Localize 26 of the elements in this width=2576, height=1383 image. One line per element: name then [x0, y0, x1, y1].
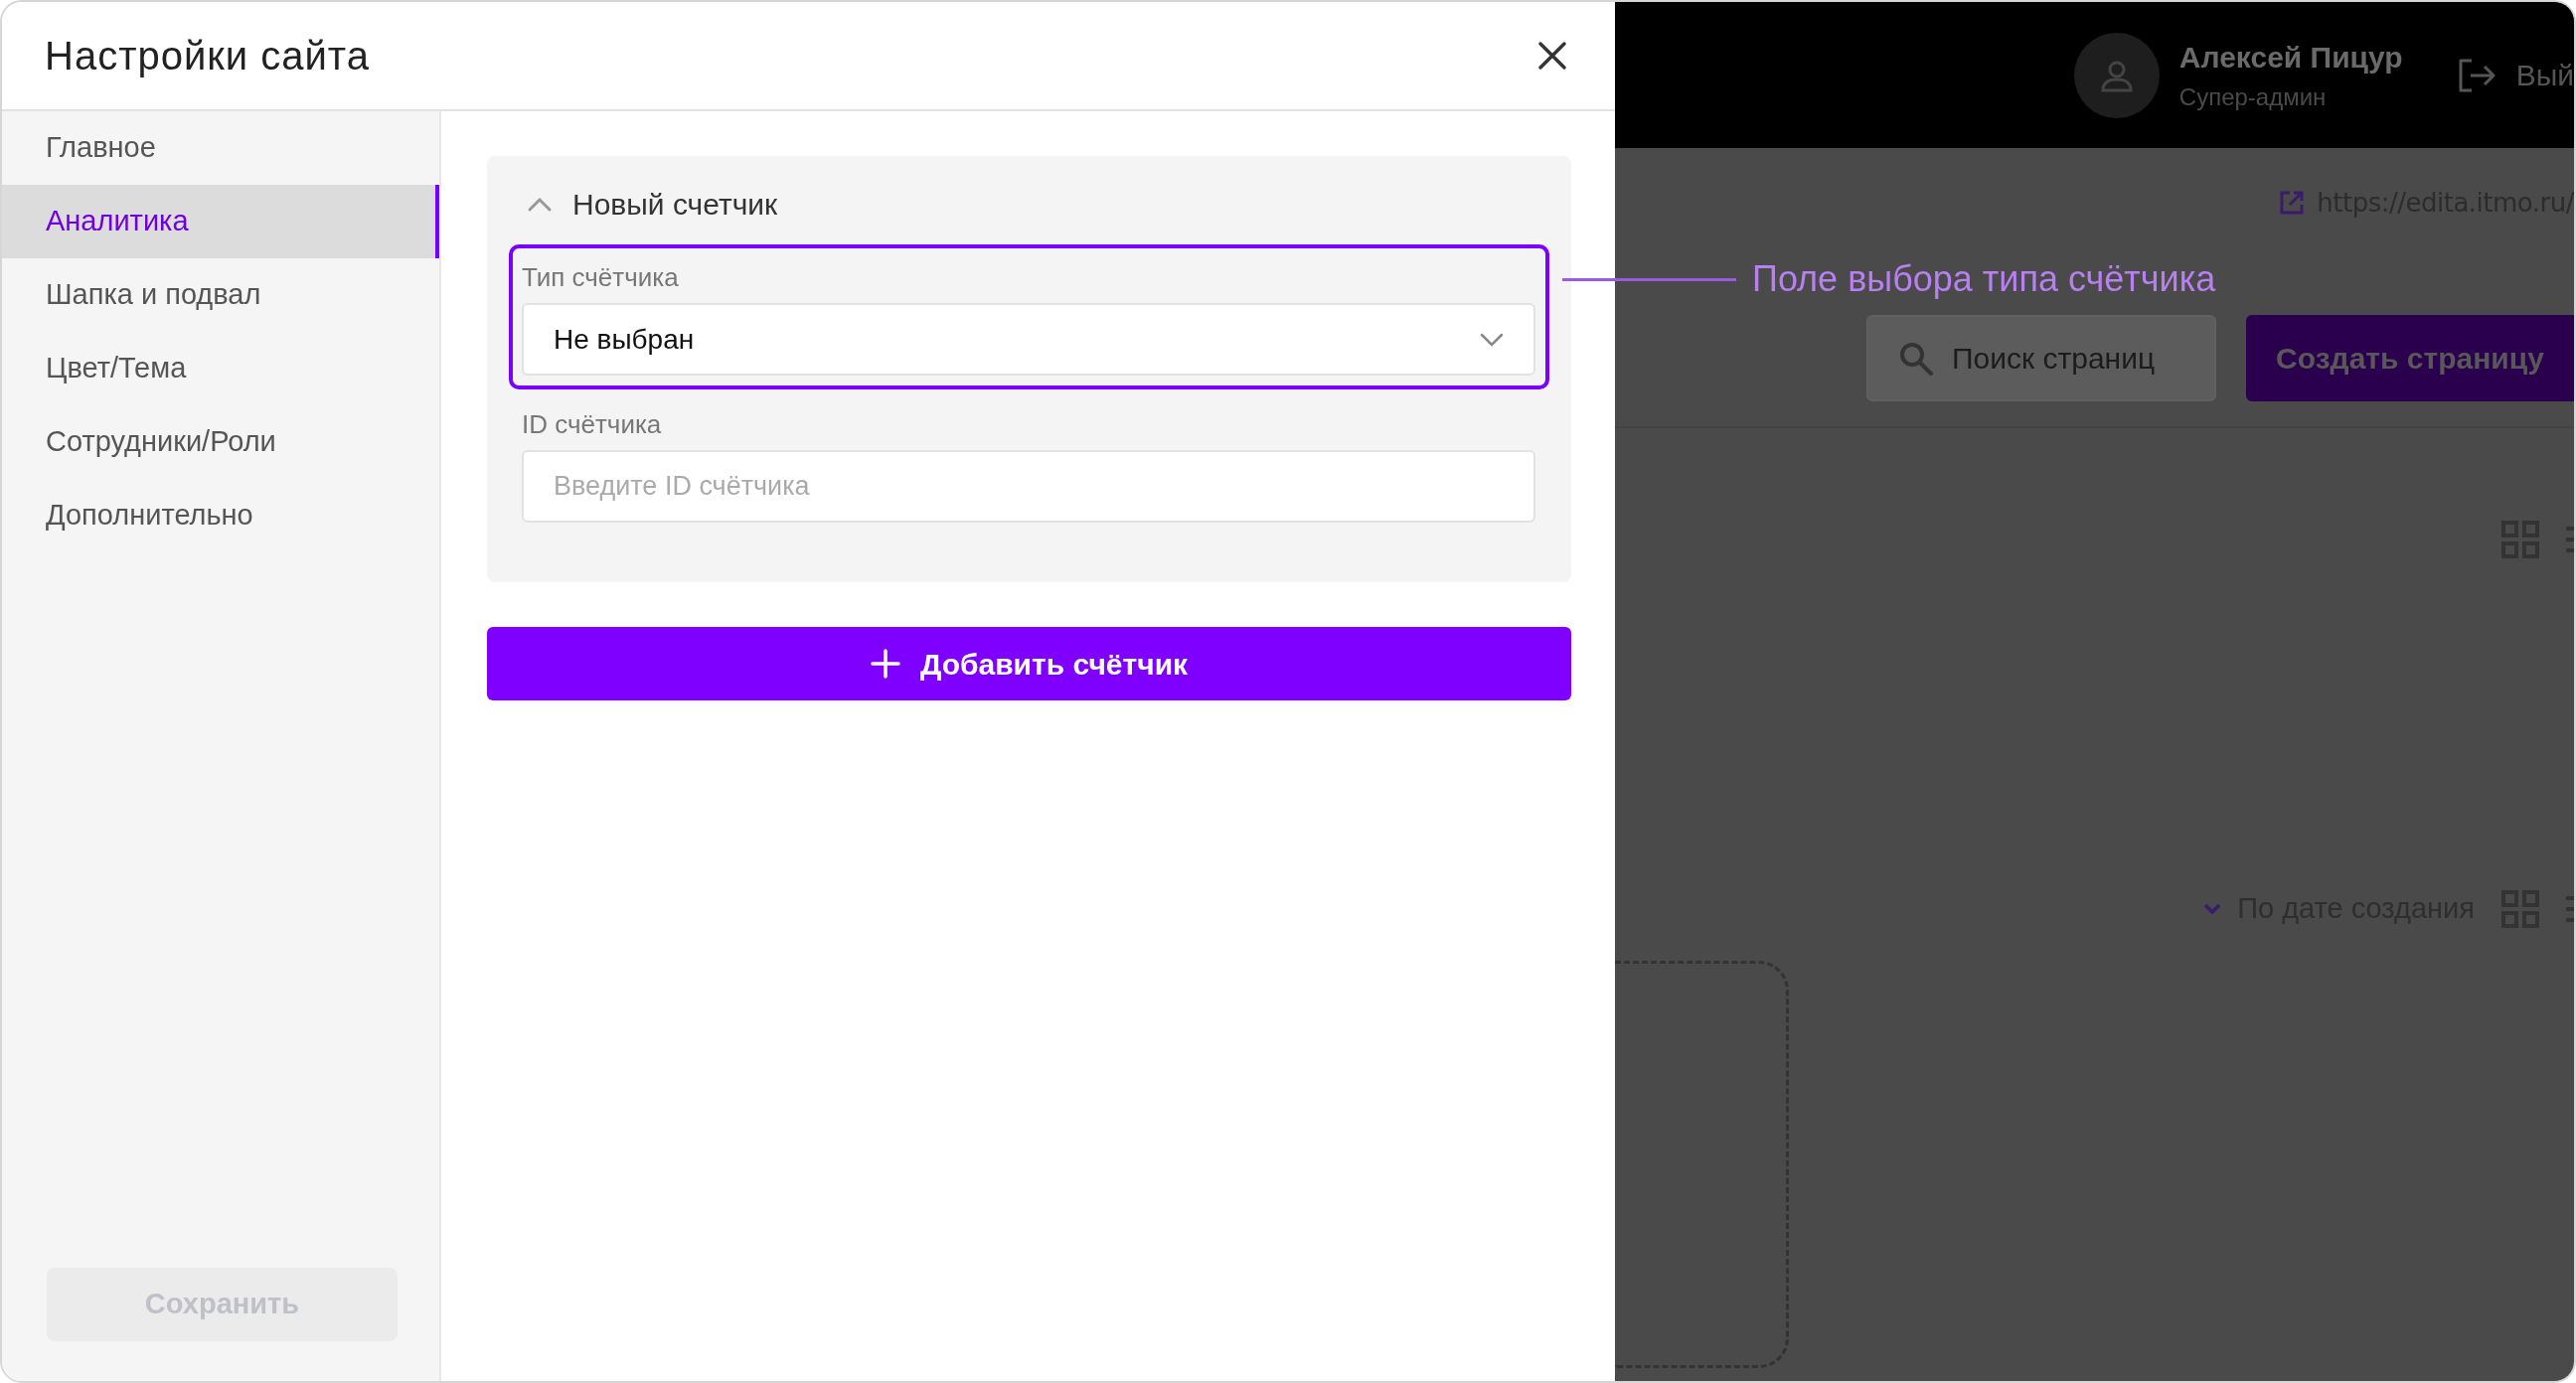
- sidebar-item[interactable]: Главное: [2, 111, 439, 185]
- list-view-icon[interactable]: [2566, 893, 2574, 924]
- section-title[interactable]: Новый счетчик: [572, 182, 778, 227]
- modal-title: Настройки сайта: [45, 33, 370, 79]
- select-field[interactable]: Не выбран: [522, 303, 1535, 376]
- user-role: Супер-админ: [2178, 82, 2328, 112]
- add-counter-button[interactable]: Добавить счётчик: [487, 627, 1571, 700]
- input-field[interactable]: Введите ID счётчика: [522, 450, 1535, 523]
- chevron-down-icon[interactable]: [2203, 902, 2222, 915]
- sidebar-item[interactable]: Цвет/Тема: [2, 332, 439, 405]
- caret-icon: [1480, 332, 1504, 347]
- close-icon[interactable]: [1537, 41, 1567, 71]
- sidebar-item[interactable]: Дополнительно: [2, 479, 439, 552]
- list-view-icon[interactable]: [2566, 525, 2574, 554]
- plus-icon: [870, 649, 900, 679]
- sidebar-item[interactable]: Шапка и подвал: [2, 258, 439, 332]
- external-link-icon[interactable]: [2279, 190, 2306, 216]
- sidebar-item[interactable]: Аналитика: [2, 185, 439, 258]
- sidebar-item[interactable]: Сотрудники/Роли: [2, 405, 439, 479]
- chevron-icon[interactable]: [527, 196, 553, 213]
- field-label: ID счётчика: [522, 408, 663, 441]
- add-page-placeholder[interactable]: [1615, 960, 1789, 1368]
- search-icon: [1898, 340, 1934, 377]
- field-label: Тип счётчика: [522, 261, 680, 294]
- annotation-label: Поле выбора типа счётчика: [1752, 257, 2216, 301]
- user-name: Алексей Пицур: [2178, 40, 2403, 76]
